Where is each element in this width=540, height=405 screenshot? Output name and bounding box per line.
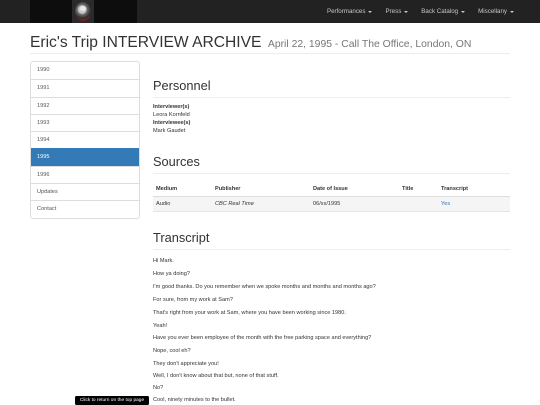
nav-press-label: Press [385,8,402,15]
transcript-line: Cool, ninety minutes to the bullet. [153,397,236,403]
transcript-line: Hi Mark. [153,258,174,264]
nav-miscellany-label: Miscellany [478,8,507,15]
back-to-top-button[interactable]: Click to return on the top page [75,396,149,405]
band-logo-icon [72,0,94,23]
year-sidebar: 1990 1991 1992 1993 1994 1995 1996 Updat… [30,61,140,219]
sidebar-item-contact[interactable]: Contact [31,200,139,217]
nav-performances-label: Performances [326,8,366,15]
cell-date: 06/xx/1995 [313,201,341,207]
sidebar-item-updates[interactable]: Updates [31,183,139,200]
nav-miscellany[interactable]: Miscellany [478,8,514,15]
nav-menu: Performances Press Back Catalog Miscella… [314,0,514,23]
sidebar-item-1996[interactable]: 1996 [31,165,139,183]
transcript-line: That's right from your work at Sam, wher… [153,310,346,316]
caret-down-icon [404,10,409,13]
caret-down-icon [368,10,373,13]
section-divider [153,173,510,174]
transcript-line: Nope, cool eh? [153,348,191,354]
transcript-line: They don't appreciate you! [153,361,219,367]
column-header-date: Date of Issue [313,186,348,192]
nav-performances[interactable]: Performances [327,8,373,15]
column-header-title: Title [402,186,414,192]
transcript-line: Well, I don't know about that but, none … [153,373,279,379]
transcript-line: For sure, from my work at Sam? [153,297,233,303]
transcript-line: Have you ever been employee of the month… [153,335,372,341]
section-divider [153,97,510,98]
personnel-heading: Personnel [153,78,211,93]
column-header-publisher: Publisher [215,186,241,192]
interviewee-label: Interviewee(s) [153,120,191,126]
transcript-yes-link[interactable]: Yes [441,197,450,212]
page-title: Eric's Trip INTERVIEW ARCHIVE [30,34,262,51]
column-header-medium: Medium [156,186,178,192]
column-header-transcript: Transcript [441,186,469,192]
table-row: Audio CBC Real Time 06/xx/1995 Yes [153,197,510,212]
interviewer-label: Interviewer(s) [153,104,190,110]
interviewee-value: Mark Gaudet [153,128,186,134]
transcript-line: No? [153,385,164,391]
section-divider [153,249,510,250]
interviewer-value: Leora Kornfeld [153,112,190,118]
nav-back-catalog[interactable]: Back Catalog [421,8,466,15]
transcript-line: Yeah! [153,323,168,329]
nav-press[interactable]: Press [385,8,409,15]
caret-down-icon [510,10,514,13]
cell-medium: Audio [156,201,171,207]
table-header-row: Medium Publisher Date of Issue Title Tra… [153,182,510,197]
sidebar-item-1992[interactable]: 1992 [31,96,139,114]
transcript-heading: Transcript [153,230,210,245]
sidebar-item-1990[interactable]: 1990 [31,62,139,79]
sidebar-item-1994[interactable]: 1994 [31,131,139,148]
transcript-line: I'm good thanks. Do you remember when we… [153,284,376,290]
cell-publisher: CBC Real Time [215,201,254,207]
transcript-line: How ya doing? [153,271,191,277]
sidebar-item-1991[interactable]: 1991 [31,79,139,96]
site-logo[interactable] [30,0,137,23]
page-subtitle: April 22, 1995 - Call The Office, London… [267,39,472,50]
top-navbar: Performances Press Back Catalog Miscella… [0,0,540,23]
caret-down-icon [461,10,466,13]
page-header: Eric's Trip INTERVIEW ARCHIVE April 22, … [30,34,510,54]
sidebar-item-1995[interactable]: 1995 [31,148,139,166]
sources-heading: Sources [153,154,200,169]
sources-table: Medium Publisher Date of Issue Title Tra… [153,182,510,212]
nav-back-catalog-label: Back Catalog [421,8,459,15]
sidebar-item-1993[interactable]: 1993 [31,113,139,131]
